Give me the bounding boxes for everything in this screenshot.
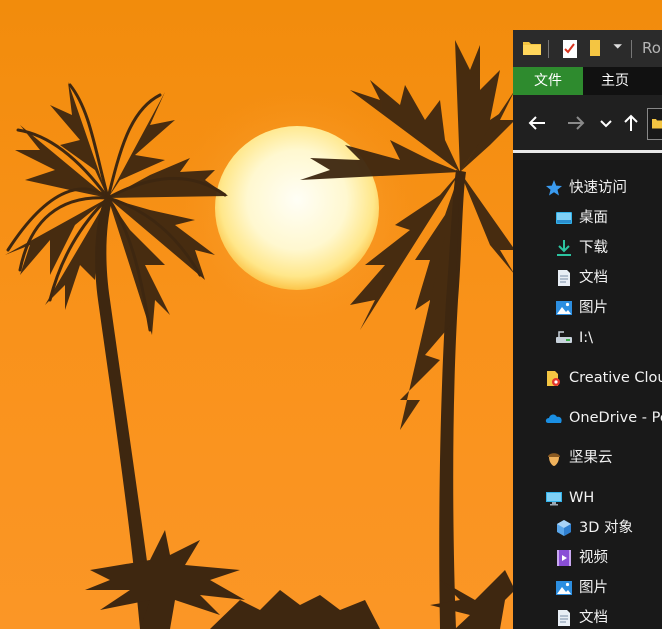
properties-checklist-icon[interactable] — [562, 39, 578, 59]
title-bar: ⏷ Ro — [513, 30, 662, 67]
tree-item-label: 坚果云 — [569, 450, 613, 466]
download-icon — [557, 240, 571, 256]
tree-item-label: 3D 对象 — [579, 520, 633, 536]
navigation-bar — [513, 95, 662, 150]
tree-item-label: 图片 — [579, 580, 608, 596]
nut-icon — [548, 453, 560, 466]
star-icon — [546, 180, 562, 196]
computer-icon — [546, 492, 562, 506]
tree-item-label: 图片 — [579, 300, 608, 316]
3d-objects-icon — [557, 520, 571, 536]
up-arrow-icon[interactable] — [624, 114, 638, 132]
tree-item-label: WH — [569, 490, 595, 506]
tree-item-label: 视频 — [579, 550, 608, 566]
tree-item-label: OneDrive - Pe — [569, 410, 662, 426]
folder-icon[interactable] — [522, 39, 542, 57]
tree-item-label: 桌面 — [579, 210, 608, 226]
pictures-icon — [556, 301, 572, 315]
tree-item-label: Creative Clou — [569, 370, 662, 386]
toolbar-separator — [548, 40, 549, 58]
folder-icon — [652, 119, 662, 129]
pictures-icon — [556, 581, 572, 595]
document-icon — [558, 610, 570, 626]
recent-dropdown-icon[interactable] — [600, 120, 612, 128]
address-bar[interactable] — [647, 108, 662, 140]
tree-item-label: 快速访问 — [569, 180, 627, 196]
tree-item-label: 文档 — [579, 270, 608, 286]
video-icon — [557, 550, 571, 566]
toolbar-separator — [631, 40, 632, 58]
network-drive-icon — [556, 331, 572, 343]
creative-cloud-folder-icon — [547, 371, 560, 386]
tree-item-label: I:\ — [579, 330, 594, 346]
tree-item-label: 下载 — [579, 240, 608, 256]
tree-item-label: 文档 — [579, 610, 608, 626]
ribbon-tabs: 文件 主页 — [513, 67, 662, 95]
file-explorer-window: ⏷ Ro 文件 主页 快速访问 桌面 下载 文档 图片 I:\ Creative… — [513, 30, 662, 629]
desktop-icon — [556, 212, 572, 224]
customize-quick-access-dropdown[interactable]: ⏷ — [613, 39, 623, 54]
document-icon — [558, 270, 570, 286]
tab-home[interactable]: 主页 — [583, 67, 647, 95]
new-folder-icon[interactable] — [588, 39, 602, 59]
back-arrow-icon[interactable] — [528, 115, 546, 131]
forward-arrow-icon[interactable] — [567, 115, 585, 131]
onedrive-cloud-icon — [545, 414, 562, 423]
tab-file[interactable]: 文件 — [513, 67, 583, 95]
window-title: Ro — [642, 39, 661, 57]
navigation-divider — [513, 150, 662, 153]
